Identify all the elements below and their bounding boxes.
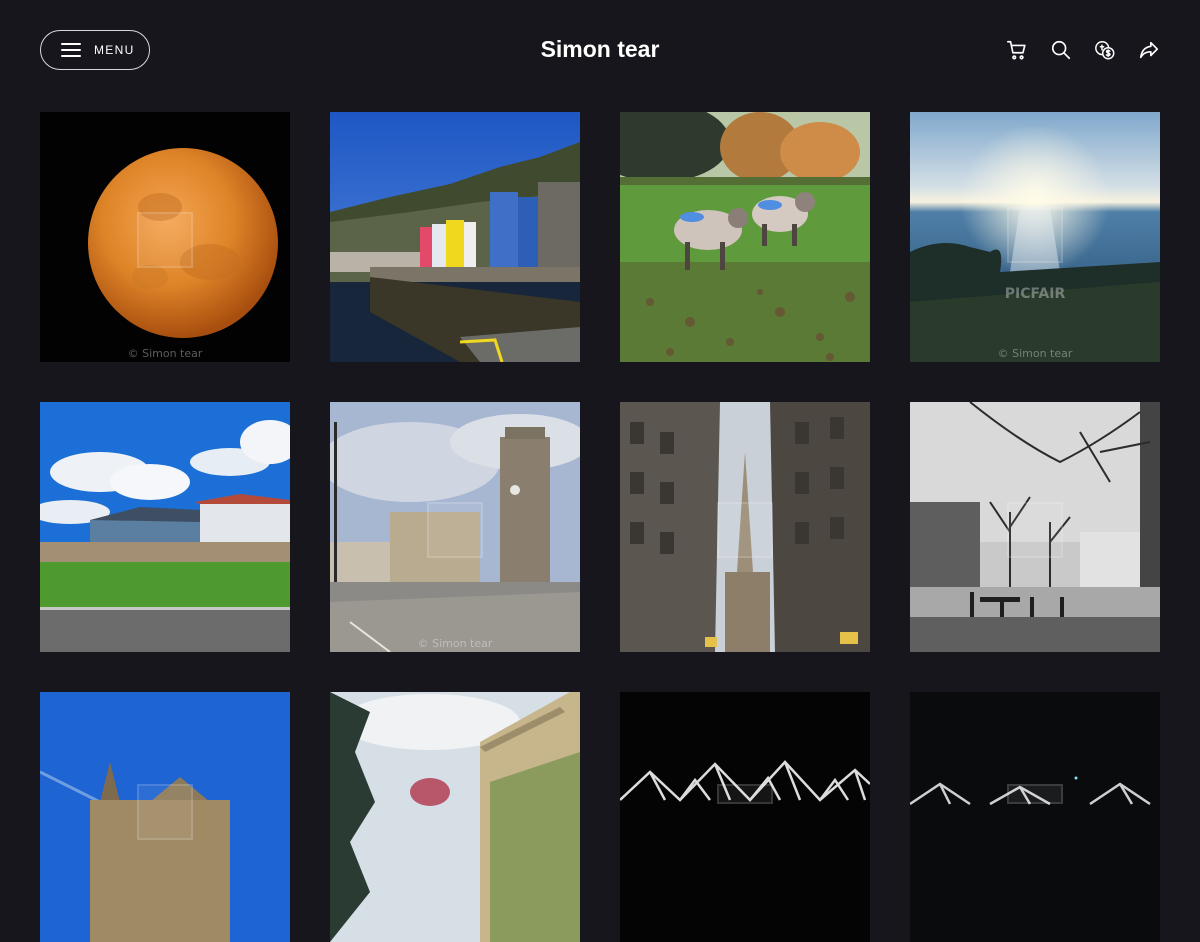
watermark-logo	[137, 212, 193, 268]
share-icon[interactable]	[1138, 38, 1160, 62]
watermark-logo	[1007, 784, 1063, 804]
photo-tile-narrow-street-spire[interactable]	[620, 402, 870, 652]
header-actions	[1006, 38, 1160, 62]
photo-tile-church-blue-sky[interactable]	[40, 692, 290, 942]
cart-icon[interactable]	[1006, 38, 1028, 62]
photo-tile-sea-sunset[interactable]: PICFAIR © Simon tear	[910, 112, 1160, 362]
photo-tile-black-white-square[interactable]	[910, 402, 1160, 652]
photo-brand-watermark: PICFAIR	[1004, 286, 1066, 302]
photo-tile-sheep-in-field[interactable]	[620, 112, 870, 362]
watermark-logo	[427, 502, 483, 558]
photo-watermark: © Simon tear	[997, 347, 1073, 360]
photo-grid: © Simon tear PICFAIR © Simon tear © Simo…	[40, 112, 1160, 942]
currency-icon[interactable]	[1094, 38, 1116, 62]
photo-tile-building-with-trees[interactable]	[330, 692, 580, 942]
site-header: MENU Simon tear	[0, 0, 1200, 102]
watermark-logo	[1007, 207, 1063, 263]
watermark-logo	[137, 784, 193, 840]
search-icon[interactable]	[1050, 38, 1072, 62]
photo-tile-night-structure-1[interactable]	[620, 692, 870, 942]
photo-tile-church-tower-street[interactable]: © Simon tear	[330, 402, 580, 652]
photo-tile-orange-moon[interactable]: © Simon tear	[40, 112, 290, 362]
photo-tile-house-under-blue-sky[interactable]	[40, 402, 290, 652]
photo-watermark: © Simon tear	[127, 347, 203, 360]
photo-tile-night-structure-2[interactable]	[910, 692, 1160, 942]
photo-tile-colourful-harbour-houses[interactable]	[330, 112, 580, 362]
watermark-logo	[717, 502, 773, 558]
watermark-logo	[717, 784, 773, 804]
watermark-logo	[1007, 502, 1063, 558]
photo-watermark: © Simon tear	[417, 637, 493, 650]
